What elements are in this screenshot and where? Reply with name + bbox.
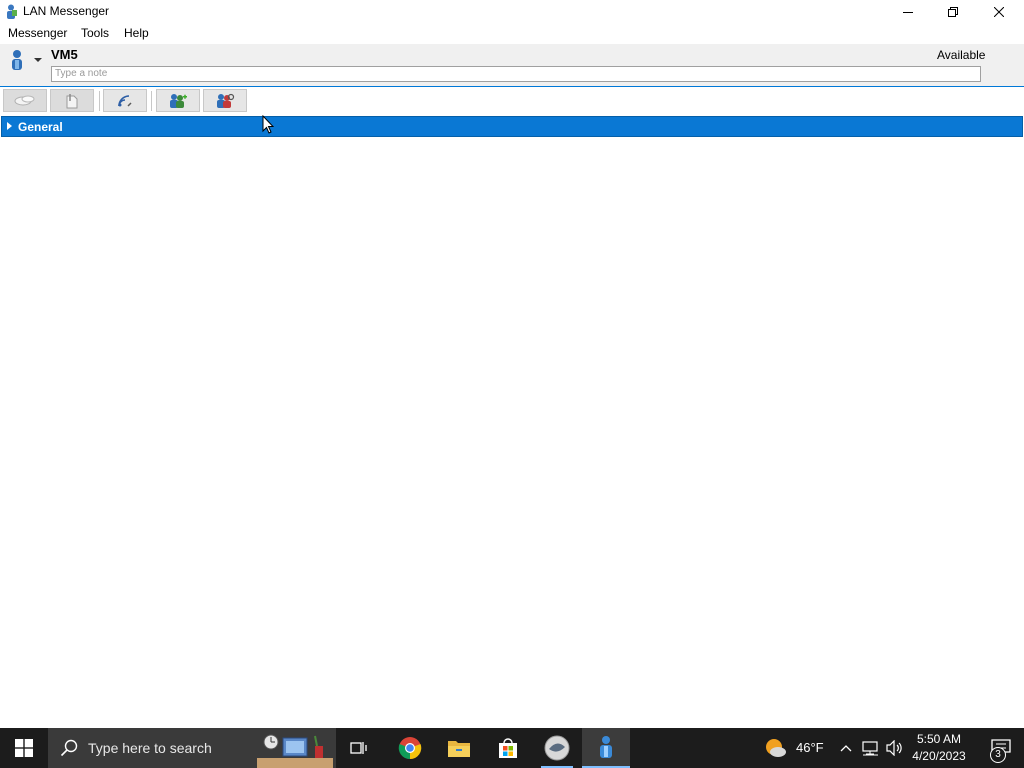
toolbar-separator <box>99 91 100 111</box>
clock-time: 5:50 AM <box>916 732 962 746</box>
chat-button[interactable] <box>3 89 47 112</box>
add-group-icon <box>170 93 187 108</box>
weather-partly-cloudy-icon <box>766 739 786 757</box>
close-icon <box>994 7 1004 17</box>
contact-group-general[interactable]: General <box>1 116 1023 137</box>
file-explorer-button[interactable] <box>435 728 483 768</box>
toolbar <box>0 87 1024 115</box>
group-label: General <box>18 120 63 134</box>
chrome-icon <box>398 737 422 760</box>
menu-messenger[interactable]: Messenger <box>6 26 69 40</box>
file-transfer-button[interactable] <box>50 89 94 112</box>
group-settings-button[interactable] <box>203 89 247 112</box>
taskbar-clock[interactable]: 5:50 AM 4/20/2023 <box>908 731 970 765</box>
broadcast-icon <box>118 94 132 107</box>
close-button[interactable] <box>976 0 1022 24</box>
menu-tools[interactable]: Tools <box>79 26 111 40</box>
clock-date: 4/20/2023 <box>912 749 966 763</box>
username: VM5 <box>51 47 78 62</box>
title-bar: LAN Messenger <box>0 0 1024 24</box>
task-view-icon <box>350 742 367 754</box>
store-button[interactable] <box>484 728 532 768</box>
volume-button[interactable] <box>884 728 906 768</box>
chat-icon <box>14 95 35 105</box>
start-button[interactable] <box>0 728 48 768</box>
user-header: VM5 Available Type a note <box>0 44 1024 88</box>
group-settings-icon <box>217 93 235 108</box>
network-button[interactable] <box>860 728 882 768</box>
store-icon <box>499 738 517 758</box>
restore-icon <box>948 7 958 17</box>
menu-help[interactable]: Help <box>122 26 151 40</box>
minimize-icon <box>903 12 913 13</box>
lan-messenger-app-icon <box>7 4 17 19</box>
expand-arrow-icon[interactable] <box>7 122 12 130</box>
mouse-cursor-icon <box>262 115 274 134</box>
status-label[interactable]: Available <box>937 48 985 62</box>
broadcast-button[interactable] <box>103 89 147 112</box>
taskbar: Type here to search 46°F 5:50 AM 4/20/20… <box>0 728 1024 768</box>
task-view-button[interactable] <box>336 728 384 768</box>
taskbar-search[interactable]: Type here to search <box>48 728 336 768</box>
restore-button[interactable] <box>930 0 976 24</box>
chevron-up-icon <box>840 745 852 752</box>
window-title: LAN Messenger <box>23 4 110 18</box>
network-icon <box>862 741 878 756</box>
speaker-icon <box>886 740 902 756</box>
add-group-button[interactable] <box>156 89 200 112</box>
search-placeholder: Type here to search <box>88 740 212 756</box>
avatar[interactable] <box>9 49 25 71</box>
file-explorer-icon <box>448 741 470 757</box>
minimize-button[interactable] <box>885 0 931 24</box>
weather-temperature: 46°F <box>796 740 824 755</box>
weather-widget[interactable] <box>764 728 788 768</box>
windows-logo-icon <box>15 739 33 757</box>
menu-bar: Messenger Tools Help <box>0 24 1024 44</box>
chrome-button[interactable] <box>386 728 434 768</box>
chevron-down-icon[interactable] <box>33 56 43 64</box>
lan-messenger-taskbar-button[interactable] <box>582 728 630 768</box>
contact-list <box>0 138 1024 728</box>
file-transfer-icon <box>66 93 78 108</box>
show-hidden-icons-button[interactable] <box>836 728 856 768</box>
note-placeholder: Type a note <box>55 68 108 79</box>
app-button[interactable] <box>533 728 581 768</box>
note-input[interactable]: Type a note <box>51 66 981 82</box>
toolbar-separator <box>151 91 152 111</box>
lan-messenger-icon <box>600 736 612 758</box>
search-highlight-illustration <box>257 734 333 768</box>
notification-count-badge: 3 <box>990 747 1006 763</box>
app-icon <box>544 735 570 761</box>
search-icon <box>60 739 78 757</box>
